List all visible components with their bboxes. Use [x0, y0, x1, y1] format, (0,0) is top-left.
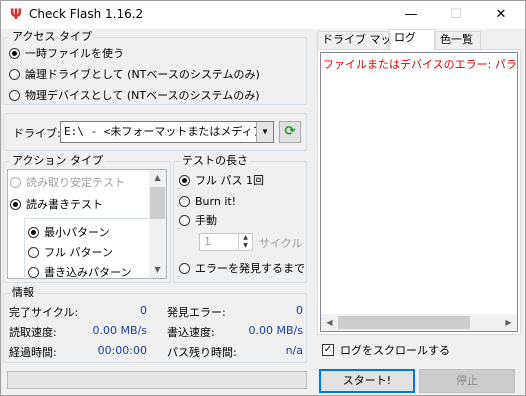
cycles-label: サイクル: [259, 237, 303, 250]
radio-label: Burn it!: [195, 194, 237, 208]
cycles-spinner[interactable]: 1 ▲ ▼: [199, 233, 253, 251]
minimize-button[interactable]: —: [389, 1, 433, 29]
errors-found-label: 発見エラー:: [167, 306, 226, 319]
radio-label: 読み書きテスト: [26, 198, 103, 211]
completed-cycles-label: 完了サイクル:: [9, 306, 79, 319]
radio-label: フル パターン: [44, 246, 113, 259]
log-horizontal-scrollbar[interactable]: ◀ ▶: [321, 314, 517, 331]
refresh-button[interactable]: ⟳: [279, 121, 301, 143]
radio-label: 読み取り安定テスト: [26, 176, 125, 189]
access-logical-drive-radio[interactable]: 論理ドライブとして (NTベースのシステムのみ): [9, 66, 260, 82]
radio-label: 書き込みパターン: [44, 266, 132, 279]
test-length-title: テストの長さ: [180, 154, 250, 168]
length-burn-it-radio[interactable]: Burn it!: [179, 193, 236, 209]
radio-indicator: [179, 262, 190, 274]
chevron-down-icon[interactable]: ▼: [256, 122, 273, 142]
length-until-error-radio[interactable]: エラーを発見するまで: [179, 260, 305, 276]
progress-bar: [7, 371, 307, 389]
scroll-thumb[interactable]: [150, 187, 165, 219]
log-textbox[interactable]: ファイルまたはデバイスのエラー: パラメーター: ◀ ▶: [320, 52, 518, 332]
scroll-up-icon[interactable]: ▲: [149, 170, 166, 186]
elapsed-time-value: 00:00:00: [97, 344, 147, 357]
drive-select[interactable]: E:\ - <未フォーマットまたはメディアなし ▼: [60, 121, 274, 143]
scroll-thumb[interactable]: [338, 316, 470, 329]
drive-label: ドライブ:: [13, 127, 61, 140]
access-type-title: アクセス タイプ: [10, 30, 94, 44]
access-physical-device-radio[interactable]: 物理デバイスとして (NTベースのシステムのみ): [9, 87, 260, 103]
scroll-log-checkbox[interactable]: ✓ ログをスクロールする: [322, 343, 450, 357]
action-type-title: アクション タイプ: [10, 154, 105, 168]
radio-label: 物理デバイスとして (NTベースのシステムのみ): [25, 89, 260, 102]
action-type-list[interactable]: 読み取り安定テスト 読み書きテスト 最小パターン フル パターン 書き込みパター…: [7, 169, 167, 280]
radio-indicator: [179, 214, 190, 226]
radio-indicator: [28, 246, 39, 258]
tab-color-list[interactable]: 色一覧: [435, 31, 481, 49]
read-speed-value: 0.00 MB/s: [92, 324, 147, 337]
length-full-pass-radio[interactable]: フル パス 1回: [179, 172, 264, 188]
info-title: 情報: [10, 286, 36, 300]
radio-indicator: [28, 266, 39, 278]
close-button[interactable]: ✕: [479, 1, 523, 29]
radio-indicator: [179, 174, 190, 186]
radio-indicator: [179, 195, 190, 207]
radio-indicator: [9, 89, 20, 101]
scroll-right-icon[interactable]: ▶: [500, 314, 517, 331]
pattern-write-radio[interactable]: 書き込みパターン: [28, 264, 131, 280]
length-manual-radio[interactable]: 手動: [179, 212, 217, 228]
main-window: Ψ Check Flash 1.16.2 — ☐ ✕ アクセス タイプ 一時ファ…: [0, 0, 526, 396]
tab-log[interactable]: ログ: [389, 29, 435, 50]
action-list-scrollbar[interactable]: ▲ ▼: [149, 170, 166, 278]
radio-label: 一時ファイルを使う: [25, 47, 124, 60]
elapsed-time-label: 経過時間:: [9, 346, 57, 359]
read-speed-label: 読取速度:: [9, 326, 57, 339]
maximize-button[interactable]: ☐: [434, 1, 478, 29]
action-read-stability-radio: 読み取り安定テスト: [10, 174, 125, 190]
radio-label: 手動: [195, 214, 217, 227]
radio-indicator: [9, 68, 20, 80]
usb-app-icon: Ψ: [10, 7, 22, 23]
radio-indicator: [10, 198, 21, 210]
radio-indicator: [9, 47, 20, 59]
start-button[interactable]: スタート!: [319, 369, 415, 393]
radio-indicator: [10, 176, 21, 188]
pass-remaining-value: n/a: [285, 344, 303, 357]
radio-label: 論理ドライブとして (NTベースのシステムのみ): [25, 68, 260, 81]
action-read-write-radio[interactable]: 読み書きテスト: [10, 196, 103, 212]
scroll-down-icon[interactable]: ▼: [149, 262, 166, 278]
log-line: ファイルまたはデバイスのエラー: パラメーター:: [323, 58, 517, 71]
completed-cycles-value: 0: [140, 304, 147, 317]
title-bar[interactable]: Ψ Check Flash 1.16.2 — ☐ ✕: [1, 1, 525, 29]
write-speed-label: 書込速度:: [167, 326, 215, 339]
log-pane: ファイルまたはデバイスのエラー: パラメーター: ◀ ▶: [317, 49, 521, 335]
radio-label: エラーを発見するまで: [195, 262, 305, 275]
radio-label: フル パス 1回: [195, 174, 264, 187]
checkmark-icon: ✓: [322, 344, 334, 356]
access-temp-file-radio[interactable]: 一時ファイルを使う: [9, 45, 124, 61]
radio-label: 最小パターン: [44, 226, 110, 239]
errors-found-value: 0: [296, 304, 303, 317]
pattern-full-radio[interactable]: フル パターン: [28, 244, 113, 260]
stop-button[interactable]: 停止: [419, 369, 515, 393]
scroll-log-label: ログをスクロールする: [340, 344, 450, 357]
scroll-left-icon[interactable]: ◀: [321, 314, 338, 331]
write-speed-value: 0.00 MB/s: [248, 324, 303, 337]
window-title: Check Flash 1.16.2: [29, 7, 144, 21]
radio-indicator: [28, 226, 39, 238]
cycles-value: 1: [204, 235, 211, 248]
tab-drive-map[interactable]: ドライブ マップ: [317, 31, 403, 49]
pattern-minimal-radio[interactable]: 最小パターン: [28, 224, 109, 240]
refresh-icon: ⟳: [284, 124, 296, 139]
pass-remaining-label: パス残り時間:: [167, 346, 237, 359]
drive-select-value: E:\ - <未フォーマットまたはメディアなし: [64, 125, 274, 138]
spin-arrows-icon[interactable]: ▲ ▼: [238, 234, 252, 250]
